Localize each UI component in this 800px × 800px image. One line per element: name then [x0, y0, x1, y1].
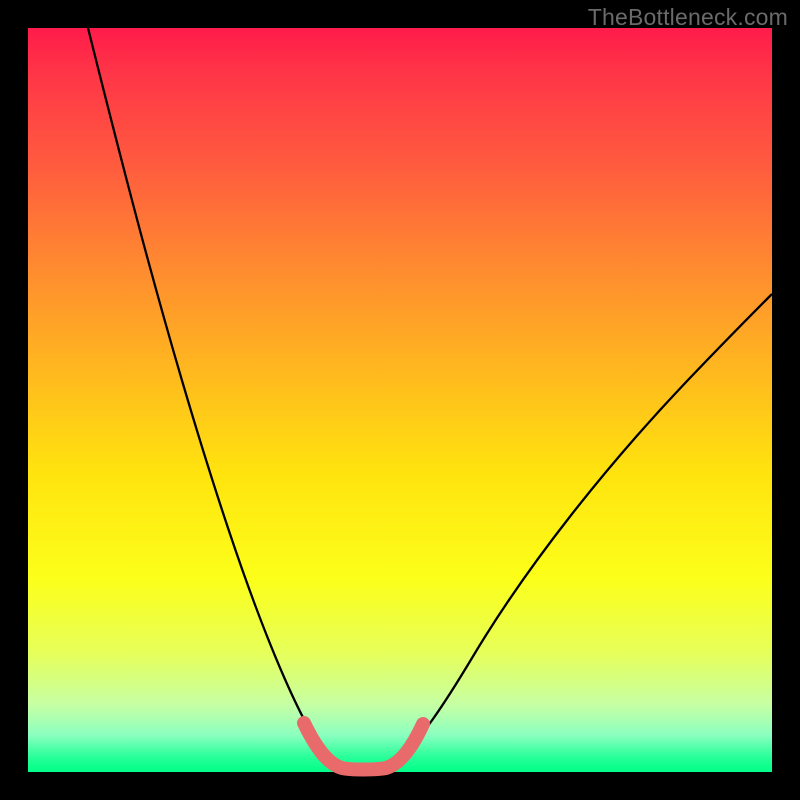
chart-svg	[28, 28, 772, 772]
bottleneck-curve	[88, 28, 772, 770]
watermark-text: TheBottleneck.com	[588, 4, 788, 31]
chart-plot-area	[28, 28, 772, 772]
highlight-valley	[304, 723, 423, 770]
chart-frame: TheBottleneck.com	[0, 0, 800, 800]
